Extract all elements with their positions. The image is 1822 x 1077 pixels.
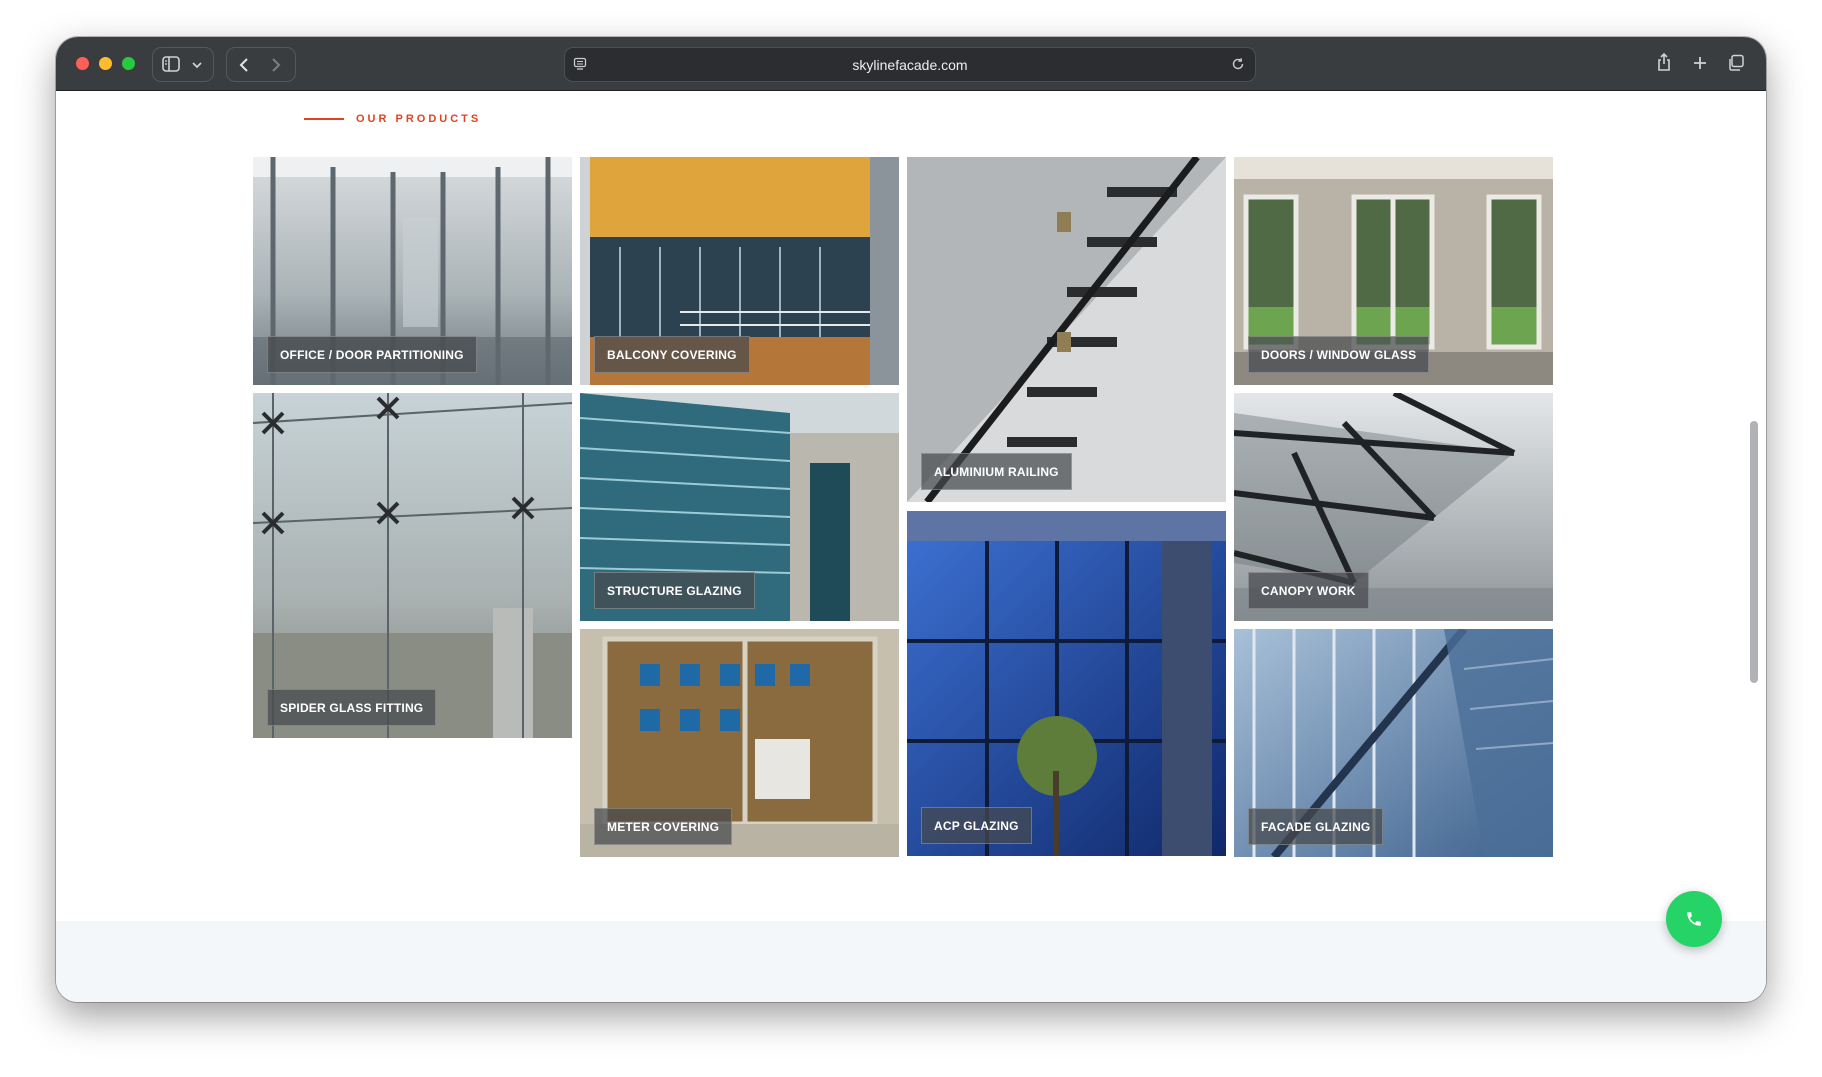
section-label: OUR PRODUCTS bbox=[304, 113, 481, 125]
chevron-down-icon[interactable] bbox=[191, 60, 203, 70]
url-text[interactable]: skylinefacade.com bbox=[565, 57, 1255, 73]
product-tile-meter-covering[interactable]: METER COVERING bbox=[580, 629, 899, 857]
zoom-window-button[interactable] bbox=[122, 57, 135, 70]
section-label-text: OUR PRODUCTS bbox=[356, 113, 482, 125]
product-caption: STRUCTURE GLAZING bbox=[594, 572, 755, 609]
forward-arrow-icon[interactable] bbox=[270, 57, 282, 73]
back-arrow-icon[interactable] bbox=[238, 57, 250, 73]
product-tile-aluminium-railing[interactable]: ALUMINIUM RAILING bbox=[907, 157, 1226, 502]
product-tile-acp-glazing[interactable]: ACP GLAZING bbox=[907, 511, 1226, 856]
footer-band bbox=[56, 921, 1766, 1002]
product-tile-office-door-partitioning[interactable]: OFFICE / DOOR PARTITIONING bbox=[253, 157, 572, 385]
acp-glazing-image bbox=[907, 511, 1226, 856]
sidebar-icon[interactable] bbox=[162, 56, 180, 72]
page-scrollbar[interactable] bbox=[1750, 421, 1758, 683]
new-tab-icon[interactable] bbox=[1692, 55, 1708, 71]
product-tile-structure-glazing[interactable]: STRUCTURE GLAZING bbox=[580, 393, 899, 621]
product-caption: SPIDER GLASS FITTING bbox=[267, 689, 437, 726]
reload-icon[interactable] bbox=[1231, 57, 1245, 71]
minimize-window-button[interactable] bbox=[99, 57, 112, 70]
product-tile-spider-glass-fitting[interactable]: SPIDER GLASS FITTING bbox=[253, 393, 572, 738]
section-label-line bbox=[304, 118, 344, 120]
share-icon[interactable] bbox=[1656, 52, 1672, 72]
browser-toolbar: skylinefacade.com bbox=[56, 37, 1766, 91]
product-tile-doors-window-glass[interactable]: DOORS / WINDOW GLASS bbox=[1234, 157, 1553, 385]
product-caption: BALCONY COVERING bbox=[594, 336, 750, 373]
product-caption: OFFICE / DOOR PARTITIONING bbox=[267, 336, 477, 373]
whatsapp-chat-button[interactable] bbox=[1666, 891, 1722, 947]
product-tile-balcony-covering[interactable]: BALCONY COVERING bbox=[580, 157, 899, 385]
sidebar-toggle-group[interactable] bbox=[152, 47, 214, 82]
page-content: OUR PRODUCTS OFFICE / DOOR PARTITIONING bbox=[56, 91, 1766, 1002]
navigation-group bbox=[226, 47, 296, 82]
product-caption: FACADE GLAZING bbox=[1248, 808, 1384, 845]
address-bar[interactable]: skylinefacade.com bbox=[564, 47, 1256, 82]
product-caption: ALUMINIUM RAILING bbox=[921, 453, 1072, 490]
product-caption: CANOPY WORK bbox=[1248, 572, 1369, 609]
product-caption: DOORS / WINDOW GLASS bbox=[1248, 336, 1430, 373]
browser-window: skylinefacade.com OUR PRODUCTS OFFICE / … bbox=[56, 37, 1766, 1002]
product-caption: ACP GLAZING bbox=[921, 807, 1032, 844]
product-caption: METER COVERING bbox=[594, 808, 733, 845]
close-window-button[interactable] bbox=[76, 57, 89, 70]
product-tile-facade-glazing[interactable]: FACADE GLAZING bbox=[1234, 629, 1553, 857]
spider-glass-image bbox=[253, 393, 572, 738]
phone-icon bbox=[1687, 912, 1701, 926]
product-tile-canopy-work[interactable]: CANOPY WORK bbox=[1234, 393, 1553, 621]
tab-overview-icon[interactable] bbox=[1727, 54, 1745, 72]
aluminium-railing-image bbox=[907, 157, 1226, 502]
